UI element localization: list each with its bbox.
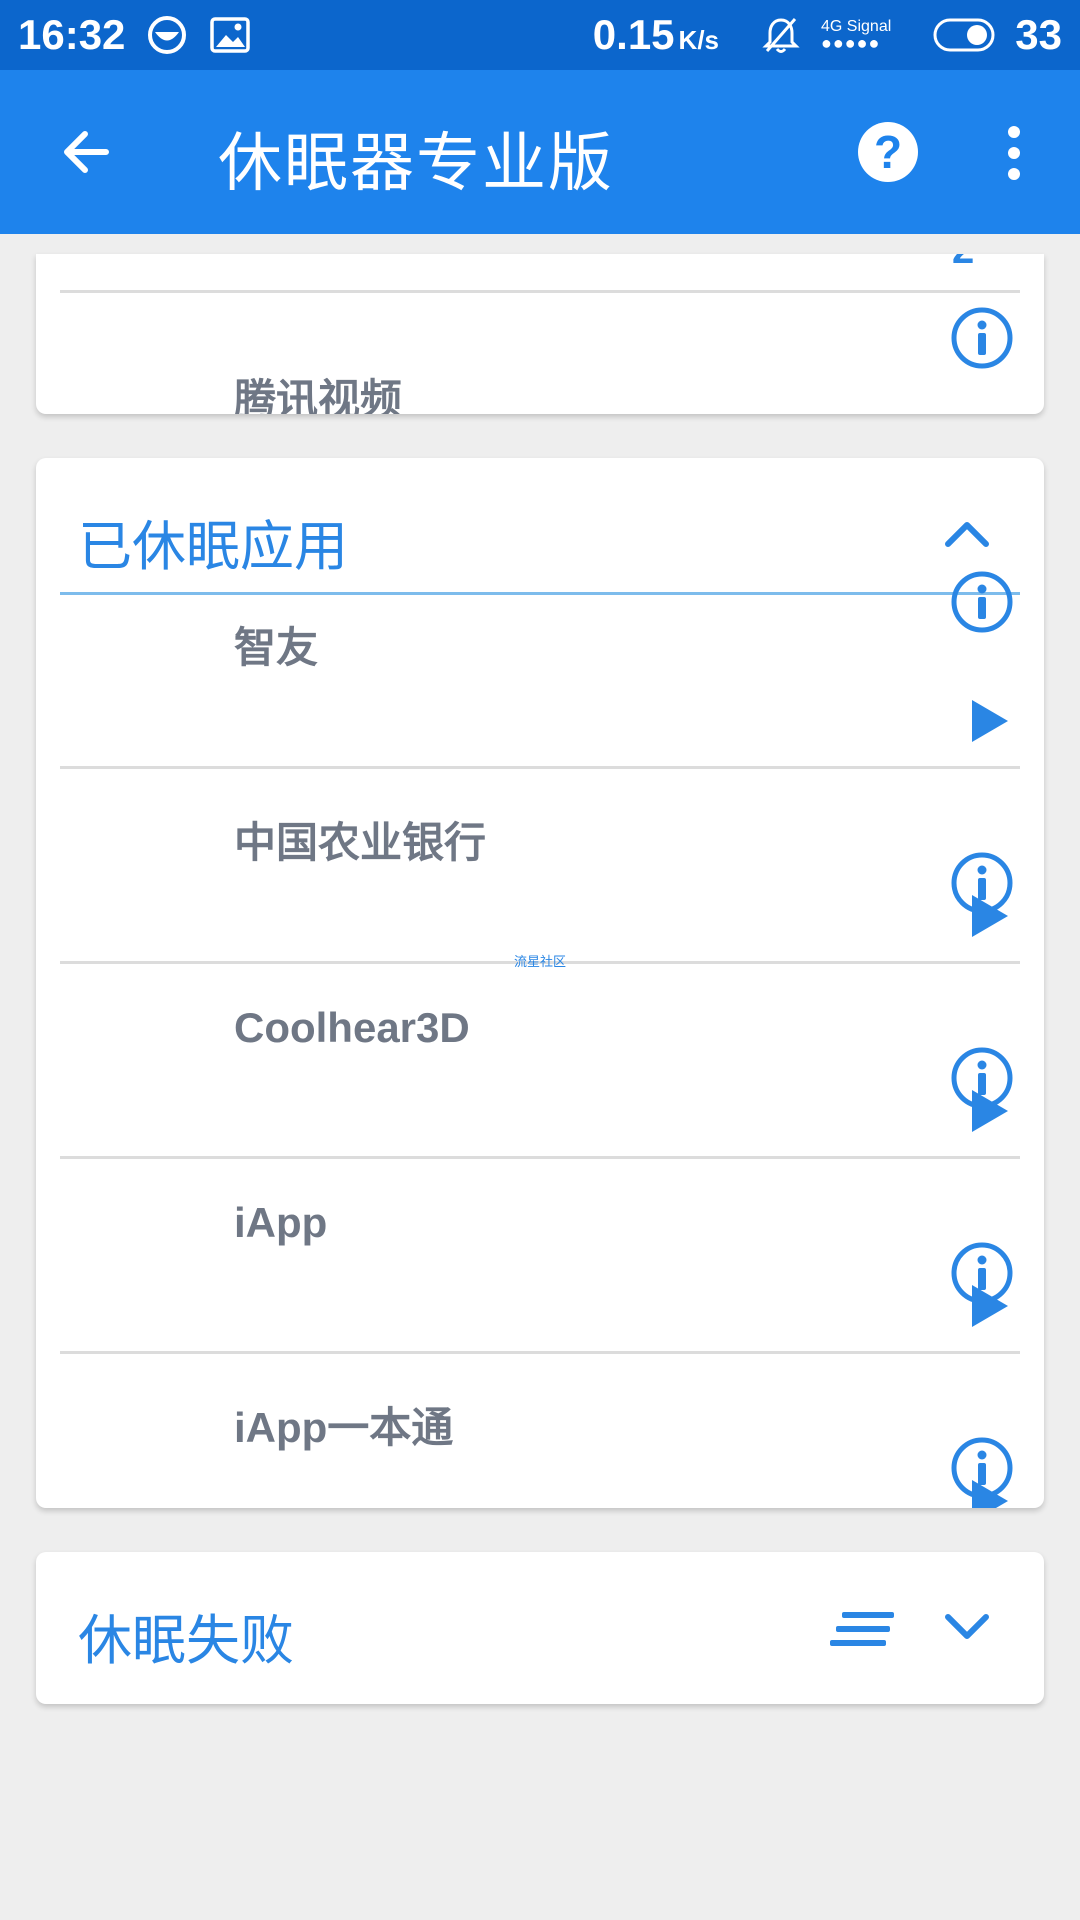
divider bbox=[60, 1351, 1020, 1354]
info-icon[interactable] bbox=[950, 306, 1014, 370]
partial-count: 2 bbox=[952, 254, 974, 273]
toggle-icon bbox=[933, 18, 995, 52]
signal-dots: ●●●●● bbox=[821, 33, 881, 53]
status-bar: 16:32 0.15 K/s 4G Signal ●●●●● 33 bbox=[0, 0, 1080, 70]
bell-off-icon bbox=[761, 15, 801, 55]
section-divider bbox=[60, 592, 1020, 595]
divider bbox=[60, 1156, 1020, 1159]
status-time: 16:32 bbox=[18, 11, 126, 58]
face-icon bbox=[147, 15, 187, 55]
app-name: Coolhear3D bbox=[234, 1004, 470, 1051]
running-apps-card: 2 腾讯视频 bbox=[36, 254, 1044, 414]
network-speed: 0.15 K/s bbox=[593, 11, 719, 59]
section-title-failed: 休眠失败 bbox=[78, 1611, 294, 1671]
help-button[interactable]: ? bbox=[858, 122, 918, 182]
speed-value: 0.15 bbox=[592, 11, 675, 58]
page-title: 休眠器专业版 bbox=[218, 127, 614, 199]
section-title-hibernated: 已休眠应用 bbox=[78, 517, 348, 577]
speed-unit: K/s bbox=[678, 25, 720, 55]
watermark-text: 流星社区 bbox=[514, 954, 567, 969]
chevron-down-icon[interactable] bbox=[942, 1610, 992, 1644]
battery-level: 33 bbox=[1015, 11, 1062, 58]
play-icon[interactable] bbox=[970, 1088, 1010, 1134]
sort-icon[interactable] bbox=[828, 1608, 898, 1650]
signal-indicator: 4G Signal ●●●●● bbox=[821, 19, 891, 53]
play-icon[interactable] bbox=[970, 1478, 1010, 1508]
arrow-left-icon[interactable] bbox=[58, 124, 114, 180]
play-icon[interactable] bbox=[970, 893, 1010, 939]
info-icon[interactable] bbox=[950, 570, 1014, 634]
divider bbox=[60, 766, 1020, 769]
play-icon[interactable] bbox=[970, 698, 1010, 744]
play-icon[interactable] bbox=[970, 1283, 1010, 1329]
app-name: 智友 bbox=[234, 624, 319, 671]
failed-apps-card: 休眠失败 bbox=[36, 1552, 1044, 1704]
image-icon bbox=[209, 16, 251, 54]
app-name: iApp bbox=[234, 1199, 328, 1246]
app-name: 中国农业银行 bbox=[234, 819, 487, 866]
app-name-partial: 腾讯视频 bbox=[234, 376, 403, 414]
hibernated-apps-card: 已休眠应用 智友中国农业银行 Coolhear3D iApp iApp一本通 bbox=[36, 458, 1044, 1508]
chevron-up-icon[interactable] bbox=[942, 516, 992, 550]
app-bar: 休眠器专业版 ? bbox=[0, 70, 1080, 234]
more-vert-icon[interactable] bbox=[1000, 120, 1028, 184]
divider bbox=[60, 290, 1020, 293]
app-name: iApp一本通 bbox=[234, 1404, 454, 1451]
